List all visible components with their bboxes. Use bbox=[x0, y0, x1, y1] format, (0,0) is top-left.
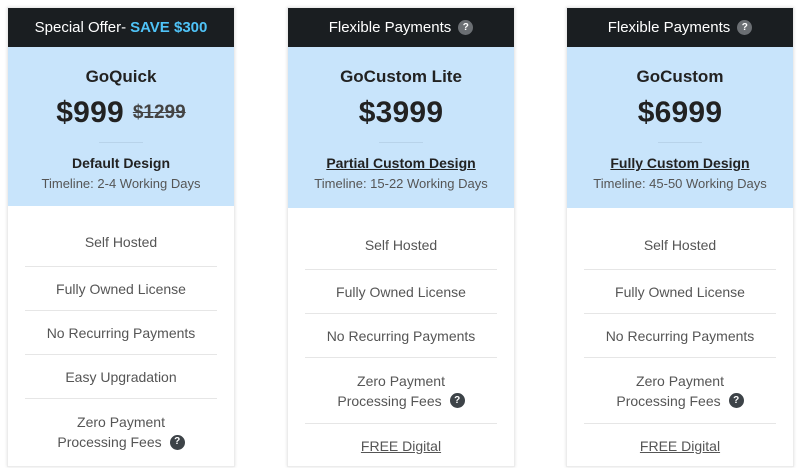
feature-label-line1: Zero Payment bbox=[636, 372, 724, 389]
feature-item: Self Hosted bbox=[305, 208, 497, 270]
feature-item: Fully Owned License bbox=[305, 270, 497, 314]
feature-label: Easy Upgradation bbox=[65, 368, 177, 385]
plan-summary: GoQuick $999 $1299 Default Design Timeli… bbox=[8, 47, 234, 206]
feature-label: No Recurring Payments bbox=[46, 324, 196, 341]
feature-item: Zero Payment Processing Fees? bbox=[305, 358, 497, 424]
feature-item: Zero Payment Processing Fees? bbox=[25, 399, 217, 465]
feature-label-line2: Processing Fees bbox=[337, 392, 442, 409]
help-icon[interactable]: ? bbox=[728, 393, 744, 409]
design-type-link[interactable]: Fully Custom Design bbox=[567, 155, 793, 171]
feature-list: Self Hosted Fully Owned License No Recur… bbox=[567, 208, 793, 468]
header-label: Flexible Payments bbox=[328, 19, 452, 36]
card-header: Flexible Payments ? bbox=[288, 8, 514, 47]
plan-price: $999 bbox=[56, 96, 124, 129]
feature-item: No Recurring Payments bbox=[305, 314, 497, 358]
feature-label-line2: Processing Fees bbox=[57, 434, 162, 450]
feature-item: Easy Upgradation bbox=[25, 355, 217, 399]
help-icon[interactable]: ? bbox=[737, 20, 753, 35]
feature-item: Zero Payment Processing Fees? bbox=[584, 358, 776, 424]
feature-label: Zero Payment Processing Fees? bbox=[57, 412, 185, 452]
price-row: $3999 bbox=[288, 95, 514, 131]
feature-item: FREE Digital bbox=[584, 424, 776, 468]
pricing-card-gocustom-lite: Flexible Payments ? GoCustom Lite $3999 … bbox=[287, 7, 515, 467]
feature-label: Zero Payment Processing Fees? bbox=[616, 371, 744, 411]
feature-item: No Recurring Payments bbox=[25, 311, 217, 355]
timeline: Timeline: 45-50 Working Days bbox=[593, 176, 767, 191]
feature-link[interactable]: FREE Digital bbox=[640, 436, 720, 456]
help-icon[interactable]: ? bbox=[169, 434, 185, 450]
feature-label: Fully Owned License bbox=[615, 283, 745, 300]
timeline: Timeline: 15-22 Working Days bbox=[314, 176, 488, 191]
timeline: Timeline: 2-4 Working Days bbox=[41, 176, 201, 191]
feature-item: Fully Owned License bbox=[584, 270, 776, 314]
pricing-card-gocustom: Flexible Payments ? GoCustom $6999 Fully… bbox=[566, 7, 794, 467]
feature-label-line1: Zero Payment bbox=[357, 372, 445, 389]
design-type: Default Design bbox=[71, 155, 170, 171]
feature-label: Zero Payment Processing Fees? bbox=[337, 371, 465, 411]
feature-list: Self Hosted Fully Owned License No Recur… bbox=[8, 206, 234, 465]
feature-item: Fully Owned License bbox=[25, 267, 217, 311]
divider bbox=[658, 142, 702, 143]
feature-label: Self Hosted bbox=[643, 236, 717, 253]
feature-item: FREE Digital bbox=[305, 424, 497, 468]
plan-price: $6999 bbox=[637, 96, 723, 129]
plan-summary: GoCustom $6999 Fully Custom Design Timel… bbox=[567, 47, 793, 208]
plan-price: $3999 bbox=[358, 96, 444, 129]
price-row: $999 $1299 bbox=[8, 95, 234, 131]
header-label: Flexible Payments bbox=[607, 19, 731, 36]
offer-label: Special Offer- bbox=[34, 19, 127, 36]
feature-label: No Recurring Payments bbox=[326, 327, 476, 344]
divider bbox=[99, 142, 143, 143]
feature-item: Self Hosted bbox=[25, 206, 217, 267]
plan-name: GoCustom bbox=[636, 67, 724, 86]
offer-highlight: SAVE $300 bbox=[130, 19, 208, 36]
feature-item: Self Hosted bbox=[584, 208, 776, 270]
plan-name: GoQuick bbox=[85, 67, 157, 86]
feature-item: No Recurring Payments bbox=[584, 314, 776, 358]
divider bbox=[379, 142, 423, 143]
card-header: Flexible Payments ? bbox=[567, 8, 793, 47]
help-icon[interactable]: ? bbox=[458, 20, 474, 35]
feature-label-line2: Processing Fees bbox=[616, 392, 721, 409]
plan-summary: GoCustom Lite $3999 Partial Custom Desig… bbox=[288, 47, 514, 208]
price-row: $6999 bbox=[567, 95, 793, 131]
old-price: $1299 bbox=[132, 102, 186, 123]
feature-label: Self Hosted bbox=[84, 234, 158, 250]
pricing-card-goquick: Special Offer- SAVE $300 GoQuick $999 $1… bbox=[7, 7, 235, 467]
feature-label-line1: Zero Payment bbox=[77, 414, 165, 430]
help-icon[interactable]: ? bbox=[449, 393, 465, 409]
feature-label: Fully Owned License bbox=[336, 283, 466, 300]
plan-name: GoCustom Lite bbox=[340, 67, 462, 86]
feature-list: Self Hosted Fully Owned License No Recur… bbox=[288, 208, 514, 468]
feature-label: Self Hosted bbox=[364, 236, 438, 253]
card-header: Special Offer- SAVE $300 bbox=[8, 8, 234, 47]
feature-label: Fully Owned License bbox=[56, 280, 186, 297]
feature-label: No Recurring Payments bbox=[605, 327, 755, 344]
design-type-link[interactable]: Partial Custom Design bbox=[288, 155, 514, 171]
feature-link[interactable]: FREE Digital bbox=[361, 436, 441, 456]
